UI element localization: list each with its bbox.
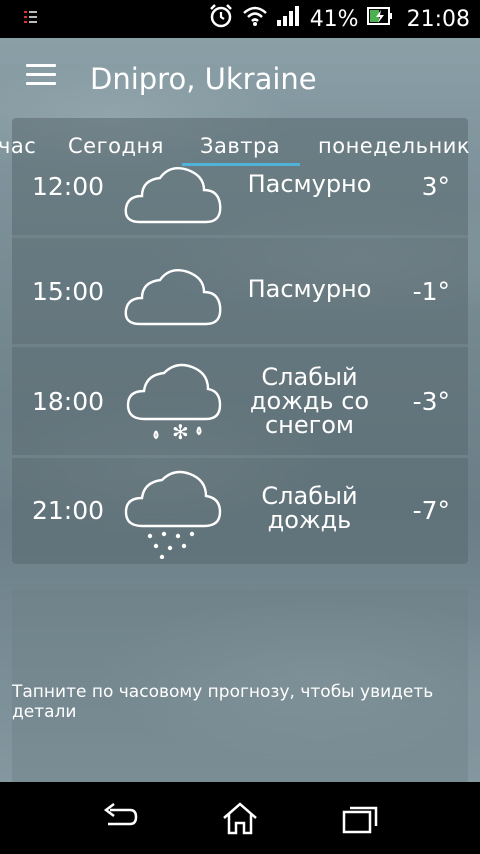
forecast-time: 21:00 [32, 496, 105, 525]
rain-snow-icon: ✻ [120, 353, 230, 444]
wifi-icon [242, 5, 268, 33]
forecast-condition: Слабый дождь [261, 482, 358, 534]
light-rain-icon [120, 464, 230, 560]
app-bar: Dnipro, Ukraine [0, 38, 480, 118]
recent-apps-icon[interactable] [340, 800, 380, 836]
home-icon[interactable] [220, 800, 260, 836]
forecast-condition: Пасмурно [247, 275, 372, 303]
forecast-condition: Пасмурно [247, 170, 372, 198]
tab-today[interactable]: Сегодня [68, 134, 164, 158]
forecast-temp: -1° [412, 277, 450, 306]
status-time: 21:08 [406, 6, 470, 32]
notification-icon [22, 8, 42, 32]
tab-tomorrow[interactable]: Завтра [200, 134, 280, 158]
details-hint: Тапните по часовому прогнозу, чтобы увид… [12, 682, 434, 722]
forecast-condition: Слабый дождь со снегом [249, 363, 370, 439]
tab-monday[interactable]: понедельник [318, 134, 470, 158]
back-icon[interactable] [100, 800, 140, 836]
signal-icon [276, 5, 300, 33]
navigation-bar [0, 782, 480, 854]
forecast-row-21[interactable]: 21:00 Слабый дождь -7° [12, 455, 468, 564]
status-bar: 41% 21:08 [0, 0, 480, 38]
forecast-time: 15:00 [32, 277, 105, 306]
battery-charging-icon [366, 5, 393, 33]
hourly-forecast-card: 12:00 Пасмурно 3° 15:00 Пасмурно -1° 18:… [12, 118, 468, 564]
forecast-row-18[interactable]: 18:00 ✻ Слабый дождь со снегом -3° [12, 344, 468, 453]
day-tabs: час Сегодня Завтра понедельник [0, 126, 480, 168]
alarm-icon [208, 3, 234, 35]
svg-text:✻: ✻ [172, 420, 189, 444]
battery-percent: 41% [309, 6, 359, 32]
menu-icon[interactable] [26, 64, 56, 86]
forecast-time: 12:00 [32, 172, 105, 201]
active-tab-indicator [182, 163, 300, 166]
forecast-temp: 3° [421, 172, 450, 201]
location-title[interactable]: Dnipro, Ukraine [90, 62, 317, 96]
forecast-temp: -3° [412, 387, 450, 416]
forecast-row-15[interactable]: 15:00 Пасмурно -1° [12, 235, 468, 344]
tab-hourly[interactable]: час [0, 134, 36, 158]
cloudy-icon [120, 244, 230, 334]
forecast-temp: -7° [412, 496, 450, 525]
forecast-time: 18:00 [32, 387, 105, 416]
